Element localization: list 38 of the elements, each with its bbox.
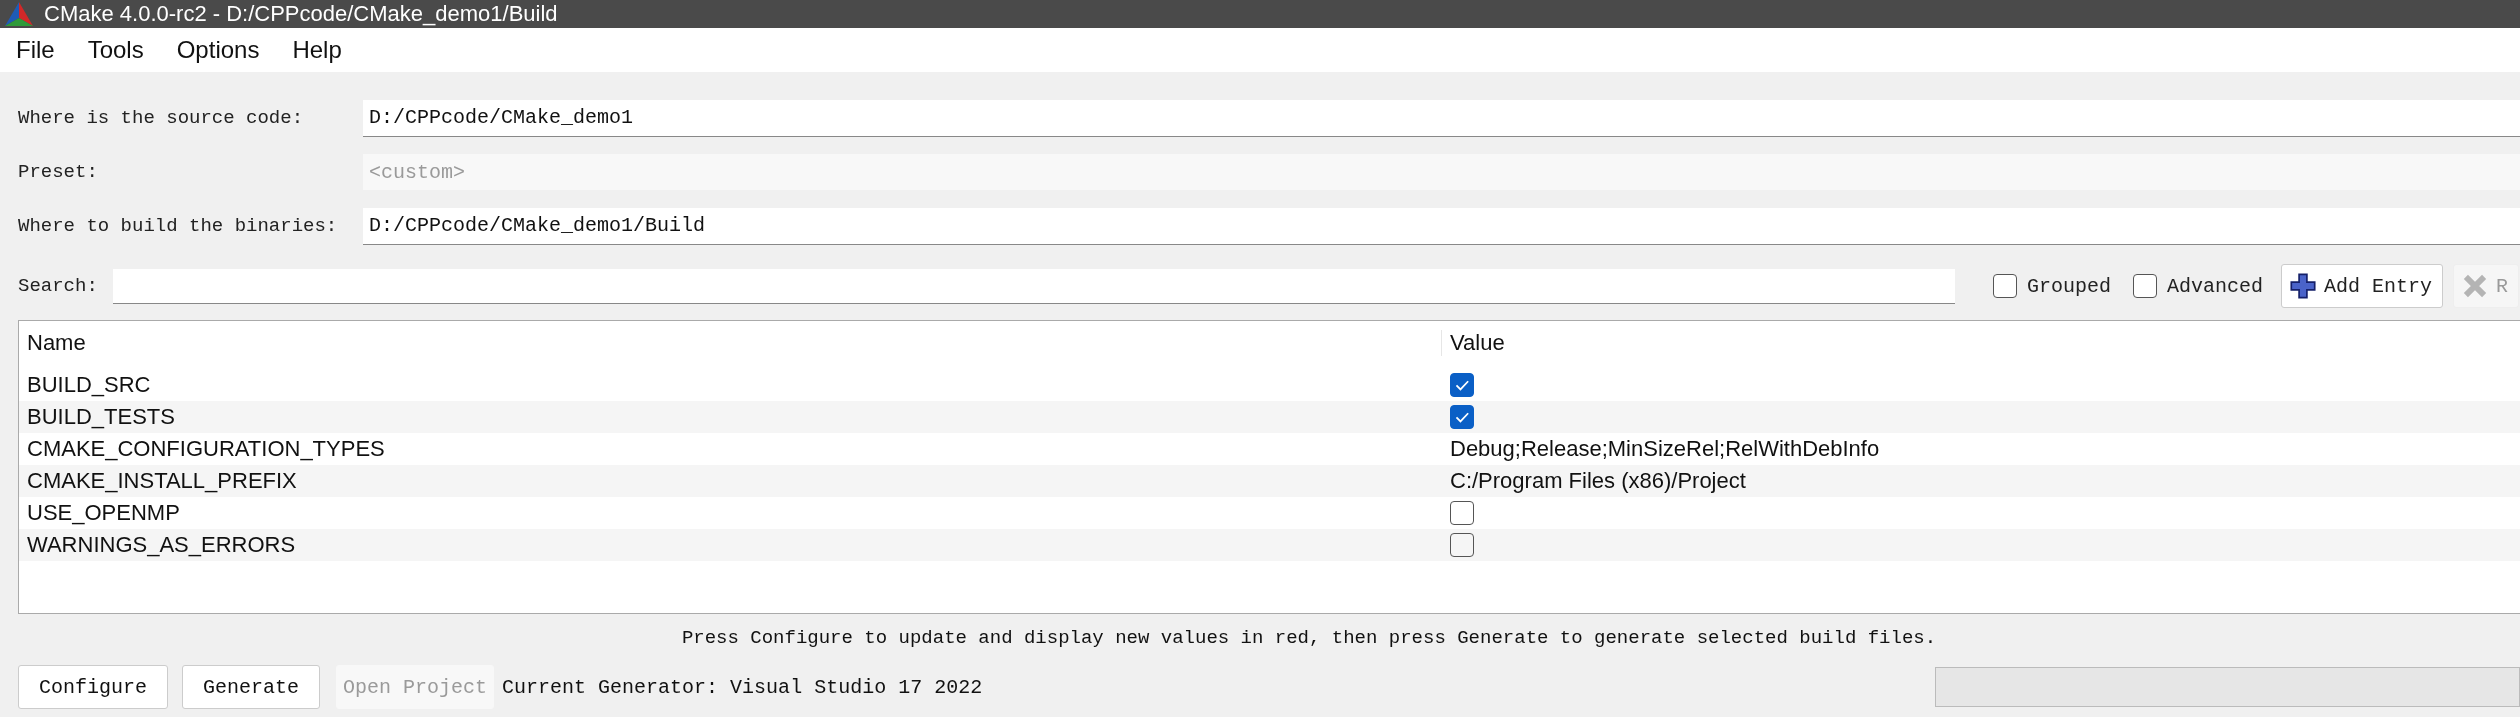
search-field[interactable]: [113, 268, 1955, 304]
menu-item[interactable]: Options: [176, 36, 260, 64]
checkbox[interactable]: [1450, 533, 1474, 557]
cross-icon: [2462, 273, 2489, 299]
search-label: Search:: [18, 275, 99, 297]
menu-item[interactable]: Help: [292, 36, 342, 64]
plus-icon: [2290, 273, 2317, 299]
checkbox[interactable]: [1450, 373, 1474, 397]
checkbox[interactable]: [1450, 405, 1474, 429]
action-button[interactable]: Generate: [182, 665, 321, 709]
entry-name: WARNINGS_AS_ERRORS: [26, 532, 297, 558]
checkbox[interactable]: [1450, 501, 1474, 525]
column-header: Value: [1441, 330, 2520, 356]
status-message: Press Configure to update and display new values in red, then press Generate to generate selected build files.: [681, 627, 1937, 649]
entry-value: C:/Program Files (x86)/Project: [1450, 468, 1746, 494]
triangle-logo-icon: [4, 1, 34, 27]
entry-name: BUILD_SRC: [26, 372, 152, 398]
menu-item[interactable]: Tools: [87, 36, 144, 64]
menu-item[interactable]: File: [16, 36, 55, 64]
entry-name: BUILD_TESTS: [26, 404, 176, 430]
entry-value: Debug;Release;MinSizeRel;RelWithDebInfo: [1450, 436, 1880, 462]
generator-label: Current Generator: Visual Studio 17 2022: [502, 675, 983, 699]
checkbox[interactable]: [2133, 274, 2157, 298]
checkbox[interactable]: [1993, 274, 2017, 298]
field-label: Preset:: [18, 161, 99, 183]
entry-name: USE_OPENMP: [26, 500, 181, 526]
entry-name: CMAKE_CONFIGURATION_TYPES: [26, 436, 386, 462]
action-button[interactable]: Configure: [18, 665, 169, 709]
path-field[interactable]: D:/CPPcode/CMake_demo1/Build: [363, 207, 2520, 245]
path-field[interactable]: D:/CPPcode/CMake_demo1: [363, 99, 2520, 137]
checkbox-label: Advanced: [2167, 274, 2264, 298]
column-header: Name: [26, 330, 87, 356]
add-entry-button[interactable]: Add Entry: [2281, 264, 2444, 308]
field-label: Where to build the binaries:: [18, 215, 339, 237]
window-title: CMake 4.0.0-rc2 - D:/CPPcode/CMake_demo1/Build: [44, 1, 558, 27]
entry-name: CMAKE_INSTALL_PREFIX: [26, 468, 298, 494]
field-label: Where is the source code:: [18, 107, 305, 129]
checkbox-label: Grouped: [2027, 274, 2111, 298]
